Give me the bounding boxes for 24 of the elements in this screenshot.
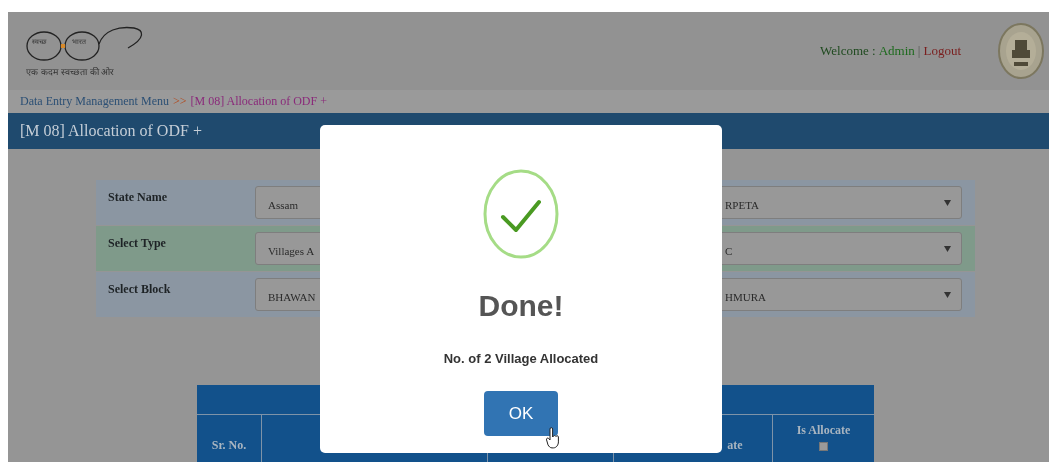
column-header: Sr. No. — [211, 437, 247, 453]
column-header: ate — [727, 437, 743, 453]
breadcrumb-current: [M 08] Allocation of ODF + — [190, 94, 327, 109]
dialog-message: No. of 2 Village Allocated — [443, 351, 599, 366]
caret-icon — [944, 245, 951, 252]
field-label: State Name — [107, 189, 168, 205]
emblem-icon — [997, 22, 1045, 80]
welcome-label: Welcome : — [820, 43, 876, 59]
checkbox[interactable] — [819, 442, 828, 451]
logout-link[interactable]: Logout — [923, 43, 961, 59]
dialog-title: Done! — [478, 289, 564, 323]
field-label: Select Type — [107, 235, 167, 251]
logo-tagline: एक कदम स्वच्छता की ओर — [26, 66, 115, 78]
breadcrumb-separator: >> — [172, 94, 187, 109]
check-circle-icon — [483, 169, 559, 259]
column-header: Is Allocate — [796, 423, 851, 438]
caret-icon — [944, 199, 951, 206]
field-label: Select Block — [107, 281, 172, 297]
breadcrumb-link[interactable]: Data Entry Management Menu — [20, 94, 169, 109]
caret-icon — [944, 291, 951, 298]
ok-button[interactable]: OK — [484, 391, 558, 436]
hand-cursor-icon — [546, 427, 560, 449]
separator: | — [917, 43, 921, 59]
page-title: [M 08] Allocation of ODF + — [20, 122, 202, 140]
